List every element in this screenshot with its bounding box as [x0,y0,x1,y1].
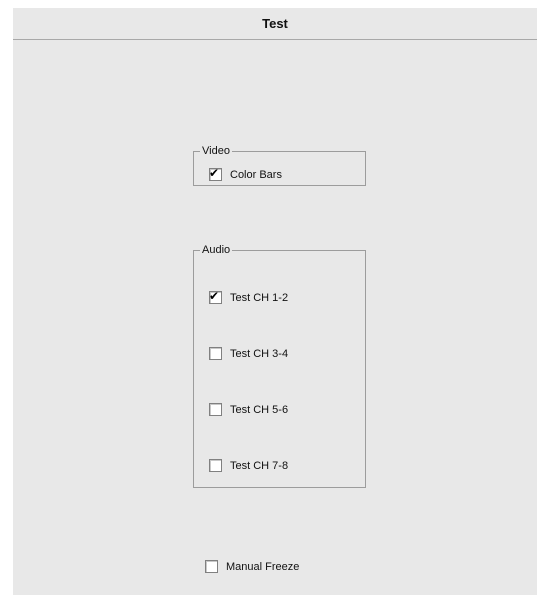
color-bars-label: Color Bars [230,168,282,181]
video-group-label: Video [202,145,230,157]
test-ch-3-4-checkbox[interactable]: Test CH 3-4 [209,347,288,360]
checkbox-icon[interactable] [205,560,218,573]
checkbox-icon[interactable]: ✔ [209,289,222,304]
test-ch-3-4-label: Test CH 3-4 [230,347,289,360]
audio-group: Audio ✔ Test CH 1-2 Test CH 3-4 Test CH … [193,245,366,488]
test-ch-5-6-label: Test CH 5-6 [230,403,289,416]
color-bars-checkbox[interactable]: ✔ Color Bars [209,166,282,181]
checkbox-icon[interactable]: ✔ [209,166,222,181]
test-panel: Test Video ✔ Color Bars Audio ✔ Test CH … [13,8,537,595]
manual-freeze-label: Manual Freeze [226,560,300,573]
test-ch-1-2-label: Test CH 1-2 [230,291,289,304]
audio-group-label: Audio [202,244,231,256]
checkbox-icon[interactable] [209,459,222,472]
checkbox-icon[interactable] [209,403,222,416]
page-title: Test [262,16,288,31]
test-ch-1-2-checkbox[interactable]: ✔ Test CH 1-2 [209,289,289,304]
test-ch-7-8-label: Test CH 7-8 [230,459,289,472]
manual-freeze-checkbox[interactable]: Manual Freeze [205,560,299,573]
check-mark-icon: ✔ [209,289,220,303]
test-ch-7-8-checkbox[interactable]: Test CH 7-8 [209,459,288,472]
check-mark-icon: ✔ [209,166,220,180]
checkbox-icon[interactable] [209,347,222,360]
video-group: Video ✔ Color Bars [193,146,366,186]
test-ch-5-6-checkbox[interactable]: Test CH 5-6 [209,403,288,416]
title-bar: Test [13,8,537,40]
